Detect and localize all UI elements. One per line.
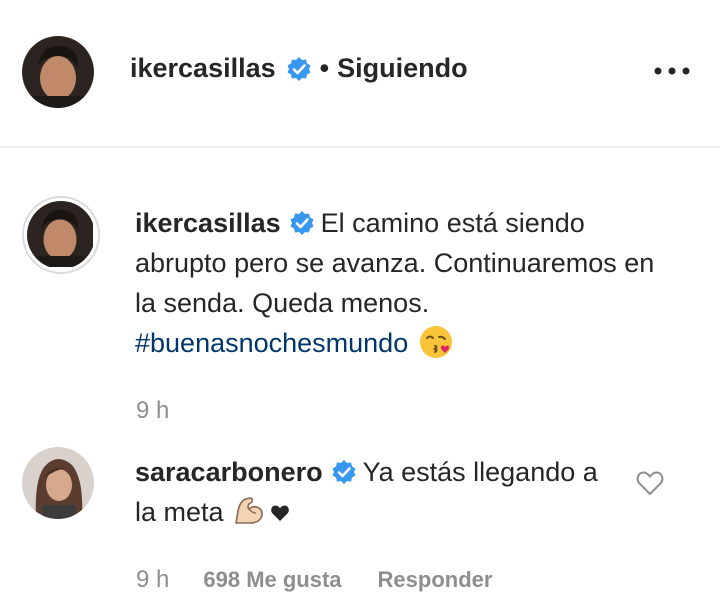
avatar-image [22,447,94,519]
hashtag-link[interactable]: #buenasnochesmundo [135,328,408,358]
comment-meta: 9 h 698 Me gusta Responder [136,566,492,594]
caption-username[interactable]: ikercasillas [135,208,281,238]
avatar-image [22,36,94,108]
comment-timestamp[interactable]: 9 h [136,566,169,594]
verified-badge-icon [289,207,315,235]
separator-dot: • [319,53,330,83]
comment-avatar[interactable] [22,447,94,519]
header-username[interactable]: ikercasillas [130,53,276,84]
caption-body: ikercasillas El camino está siendo abrupt… [135,203,655,363]
comment-likes-button[interactable]: 698 Me gusta [203,567,341,593]
more-horizontal-icon[interactable] [650,60,694,82]
caption-avatar[interactable] [22,196,100,274]
post-header: ikercasillas • Siguiendo [0,0,720,148]
avatar-image [27,201,93,267]
kissing-face-icon [418,324,454,360]
black-heart-icon [270,494,290,521]
verified-badge-icon [286,56,312,82]
header-user-row: ikercasillas • Siguiendo [130,53,468,84]
comment-username[interactable]: saracarbonero [135,457,323,487]
reply-button[interactable]: Responder [378,567,493,593]
caption-timestamp[interactable]: 9 h [136,397,169,425]
avatar[interactable] [22,36,94,108]
comment-body: saracarbonero Ya estás llegando a la meta [135,452,605,532]
flexed-biceps-icon [232,493,266,527]
verified-badge-icon [331,456,357,484]
heart-outline-icon[interactable] [636,470,664,496]
follow-status-button[interactable]: Siguiendo [337,53,468,84]
